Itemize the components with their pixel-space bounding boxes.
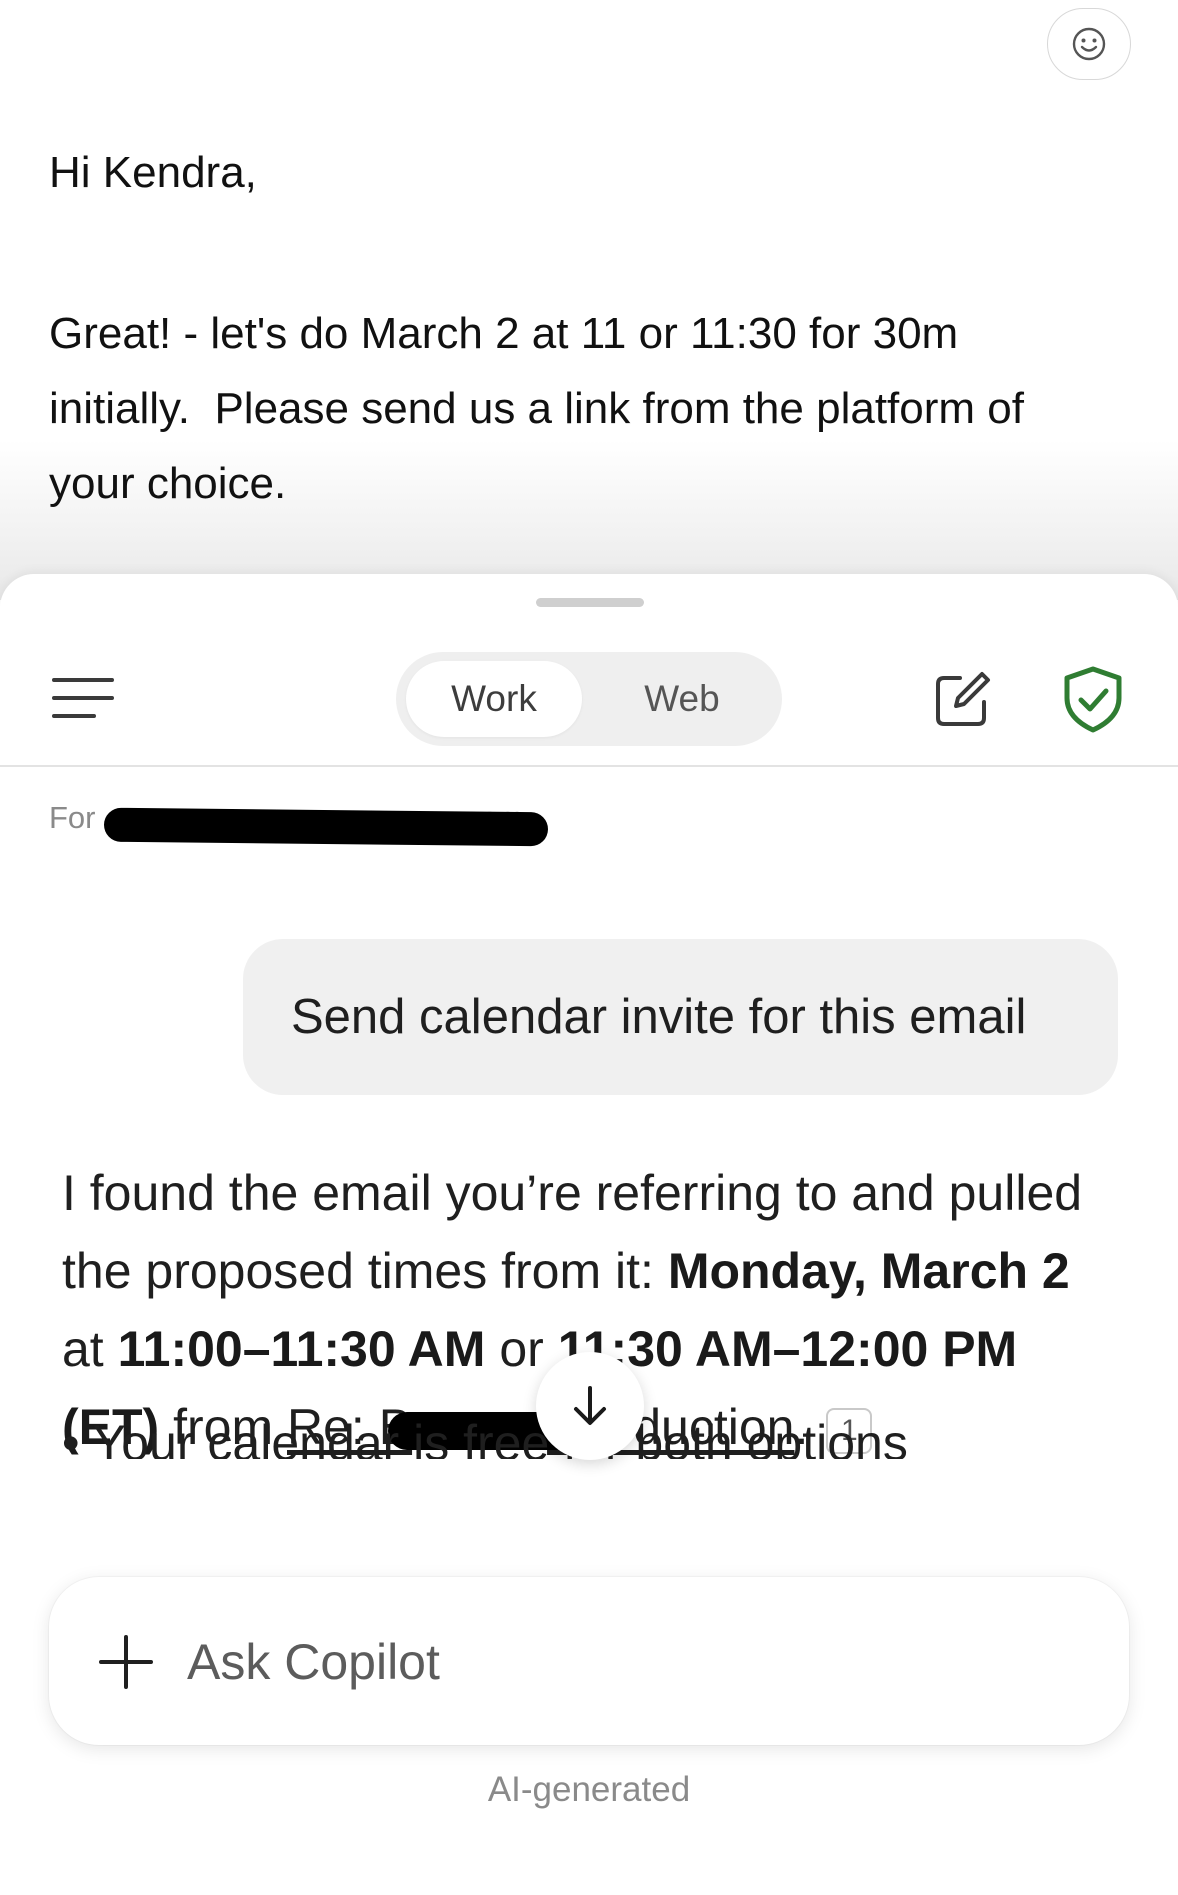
header-divider bbox=[0, 765, 1178, 767]
scroll-to-bottom-button[interactable] bbox=[536, 1352, 644, 1460]
plus-icon bbox=[99, 1635, 153, 1689]
tab-work[interactable]: Work bbox=[406, 661, 582, 737]
context-for-label: For bbox=[49, 800, 96, 835]
ai-response-text: or bbox=[485, 1321, 558, 1377]
compose-icon bbox=[936, 672, 990, 726]
ai-response-time-option-1: 11:00–11:30 AM bbox=[117, 1321, 486, 1377]
menu-icon bbox=[52, 678, 114, 718]
new-chat-button[interactable] bbox=[930, 668, 994, 732]
work-web-toggle: Work Web bbox=[396, 652, 782, 746]
shield-check-icon bbox=[1064, 666, 1122, 733]
copilot-sheet: Work Web Forcom Send calendar invite for… bbox=[0, 574, 1178, 1895]
user-message-text: Send calendar invite for this email bbox=[291, 990, 1027, 1044]
protection-button[interactable] bbox=[1062, 666, 1124, 734]
smiley-icon bbox=[1072, 27, 1106, 61]
ai-response-date: Monday, March 2 bbox=[667, 1243, 1070, 1299]
sheet-grabber-handle[interactable] bbox=[536, 598, 644, 607]
ai-generated-disclaimer: AI-generated bbox=[487, 1770, 691, 1809]
tab-web[interactable]: Web bbox=[592, 661, 772, 737]
ai-response-text: at bbox=[62, 1321, 118, 1377]
reaction-button[interactable] bbox=[1047, 8, 1131, 80]
redaction-mark bbox=[103, 807, 549, 847]
email-view: Hi Kendra, Great! - let's do March 2 at … bbox=[0, 0, 1178, 600]
email-greeting: Hi Kendra, bbox=[49, 148, 257, 197]
user-message-bubble: Send calendar invite for this email bbox=[243, 939, 1118, 1095]
ask-copilot-placeholder: Ask Copilot bbox=[187, 1634, 440, 1690]
add-attachment-button[interactable] bbox=[99, 1635, 153, 1689]
ask-copilot-input[interactable]: Ask Copilot bbox=[49, 1577, 1129, 1745]
arrow-down-icon bbox=[574, 1386, 606, 1425]
email-body: Great! - let's do March 2 at 11 or 11:30… bbox=[49, 309, 1024, 508]
menu-button[interactable] bbox=[52, 674, 116, 724]
